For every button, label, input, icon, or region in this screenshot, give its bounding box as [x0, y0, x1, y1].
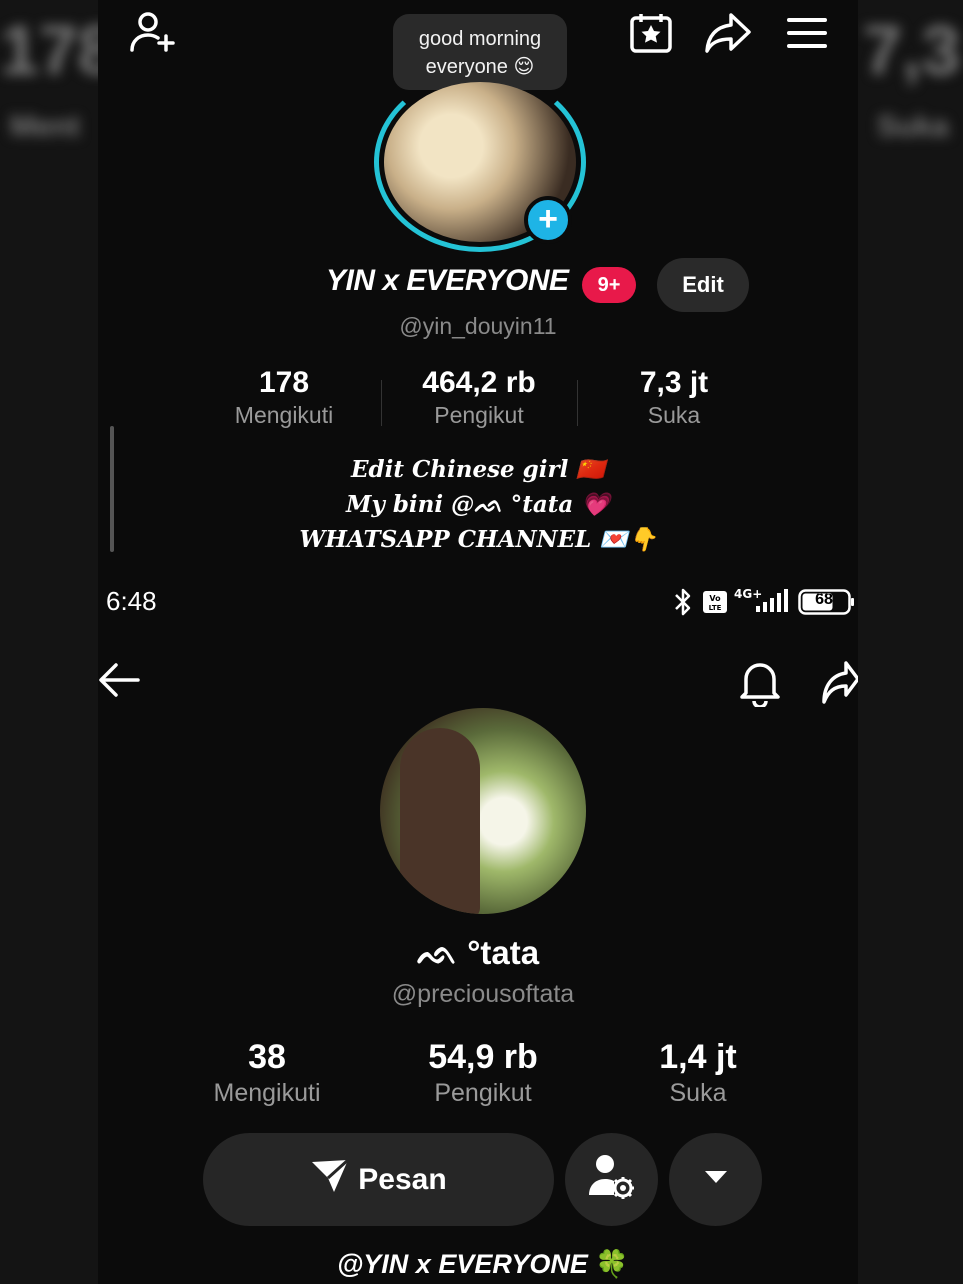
stat-value: 54,9 rb: [428, 1038, 538, 1076]
footer-text: @YIN x EVERYONE: [336, 1249, 588, 1279]
bio-footer: @YIN x EVERYONE 🍀: [98, 1248, 858, 1280]
bio-line: My bini @ᨒ °tata 💗: [346, 491, 610, 518]
bluetooth-icon: [672, 587, 694, 622]
svg-text:LTE: LTE: [709, 604, 722, 612]
svg-text:4G+: 4G+: [734, 587, 762, 601]
bell-icon[interactable]: [738, 657, 782, 712]
plus-icon[interactable]: +: [524, 196, 572, 244]
chevron-down-icon: [704, 1170, 728, 1189]
stat-label: Pengikut: [434, 402, 524, 428]
share-icon[interactable]: [820, 660, 858, 711]
blurred-right-edge: 7,3 Suka: [857, 0, 963, 1284]
battery-level: 68: [815, 591, 833, 608]
stat-label: Pengikut: [434, 1079, 532, 1107]
notification-badge: 9+: [582, 267, 636, 303]
clock: 6:48: [106, 586, 157, 616]
avatar-image: [400, 728, 480, 914]
stat-label: Mengikuti: [213, 1079, 321, 1107]
blurred-text: 7,3: [863, 11, 961, 89]
screen: good morning everyone 😌 + YIN x EVERYONE…: [98, 0, 858, 1284]
divider: [381, 380, 382, 426]
stat-label: Suka: [669, 1079, 727, 1107]
more-dropdown-button[interactable]: [669, 1133, 762, 1226]
stat-value: 38: [248, 1038, 286, 1076]
message-label: Pesan: [358, 1162, 447, 1196]
bubble-line1: good morning: [418, 28, 542, 50]
divider: [577, 380, 578, 426]
bio-line: Edit Chinese girl 🇨🇳: [350, 456, 605, 483]
stat-label: Mengikuti: [234, 402, 334, 428]
stat-value: 178: [258, 366, 310, 399]
stat-likes[interactable]: 7,3 jt Suka: [614, 366, 734, 429]
menu-icon[interactable]: [786, 16, 828, 50]
stat-following[interactable]: 178 Mengikuti: [218, 366, 350, 429]
status-bar: 6:48 Vo LTE 4G+ 68: [98, 584, 858, 620]
person-settings-icon: [587, 1153, 637, 1206]
message-button[interactable]: Pesan: [203, 1133, 554, 1226]
profile-name: YIN x EVERYONE: [326, 264, 569, 297]
battery-icon: 68: [798, 589, 856, 620]
blurred-text: Ment: [10, 110, 80, 143]
back-arrow-icon[interactable]: [98, 660, 142, 705]
stat-value: 1,4 jt: [659, 1038, 737, 1076]
profile-handle: @yin_douyin11: [399, 313, 557, 339]
stat-value: 7,3 jt: [639, 366, 709, 399]
stat-value: 464,2 rb: [422, 366, 536, 399]
blurred-text: Suka: [877, 110, 949, 143]
stat-followers[interactable]: 464,2 rb Pengikut: [398, 366, 560, 429]
clover-icon: 🍀: [595, 1249, 630, 1279]
blurred-left-edge: 178 Ment: [0, 0, 100, 1284]
bio-line[interactable]: WHATSAPP CHANNEL 💌👇: [98, 522, 858, 557]
stat-following[interactable]: 38 Mengikuti: [198, 1038, 336, 1108]
stat-followers[interactable]: 54,9 rb Pengikut: [408, 1038, 558, 1108]
signal-icon: 4G+: [734, 586, 790, 621]
volte-icon: Vo LTE: [702, 590, 728, 619]
add-friend-button[interactable]: [565, 1133, 658, 1226]
profile-avatar[interactable]: [380, 708, 586, 914]
send-icon: [310, 1158, 350, 1202]
share-icon[interactable]: [704, 12, 752, 54]
blurred-text: 178: [0, 11, 100, 89]
add-friend-icon[interactable]: [128, 10, 178, 54]
svg-text:Vo: Vo: [709, 594, 721, 603]
stat-likes[interactable]: 1,4 jt Suka: [638, 1038, 758, 1108]
profile-handle: @preciousoftata: [391, 980, 575, 1008]
stat-label: Suka: [647, 402, 701, 428]
edit-button[interactable]: Edit: [657, 258, 749, 312]
profile-name: ᨒ °tata: [416, 934, 540, 971]
calendar-star-icon[interactable]: [629, 12, 673, 54]
